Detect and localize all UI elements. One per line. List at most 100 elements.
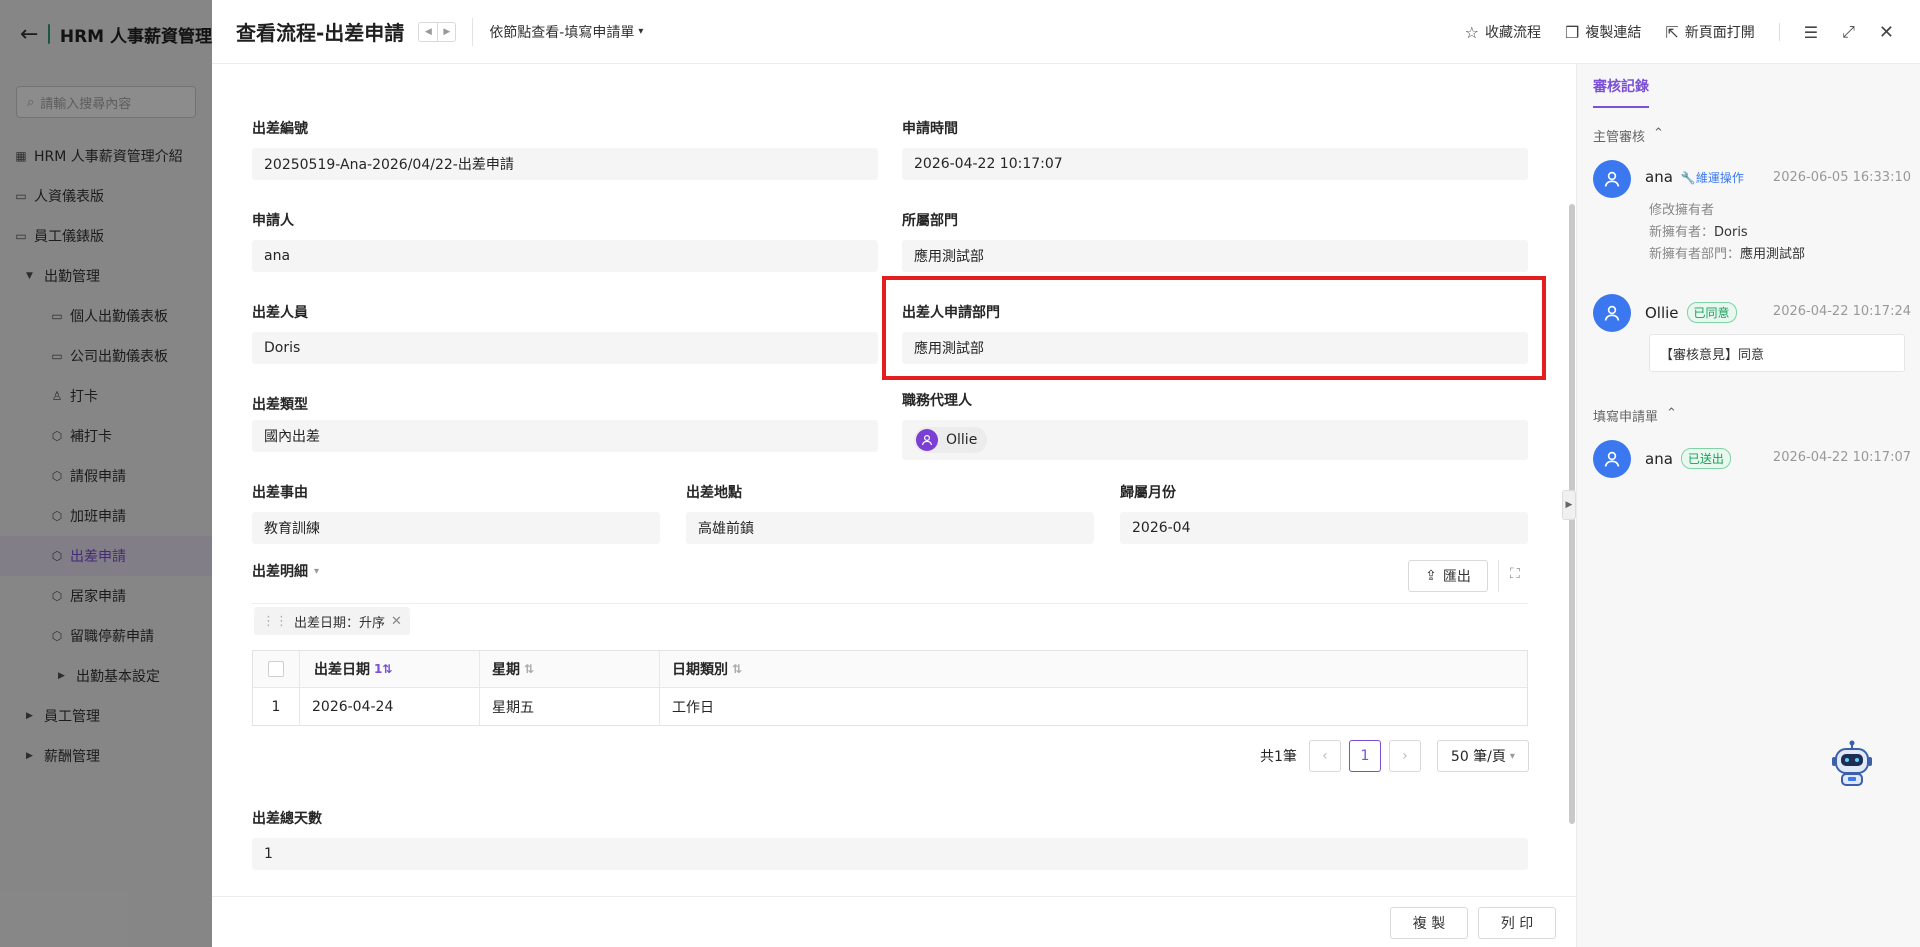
field-value: Ollie (902, 420, 1528, 460)
page-title: 查看流程-出差申請 (236, 21, 405, 45)
field-label: 出差地點 (686, 485, 742, 501)
favorite-button[interactable]: ☆ 收藏流程 (1465, 22, 1541, 42)
field-month: 歸屬月份 2026-04 (1120, 482, 1528, 544)
record-pager: ◀ ▶ (418, 21, 457, 42)
chevron-down-icon: ▾ (1509, 750, 1515, 762)
external-link-icon: ⇱ (1665, 22, 1679, 42)
record-name: Ollie 已同意 (1645, 302, 1737, 323)
copy-link-button[interactable]: ❐ 複製連結 (1565, 22, 1641, 42)
column-header[interactable]: 星期 ⇅ (480, 651, 660, 687)
chevron-up-icon: ⌃ (1666, 406, 1677, 421)
field-label: 出差總天數 (252, 811, 322, 827)
chevron-up-icon: ⌃ (1653, 126, 1664, 141)
copy-button[interactable]: 複 製 (1390, 907, 1468, 939)
fullscreen-icon[interactable]: ⤢ (1842, 22, 1855, 42)
prev-page-button[interactable]: ‹ (1308, 740, 1341, 772)
field-trip-type: 出差類型 國內出差 (252, 394, 878, 452)
section-toggle[interactable]: 填寫申請單 ⌃ (1593, 406, 1677, 425)
detail-table: 出差日期 1⇅ 星期 ⇅ 日期類別 ⇅ 1 2026-04-24 星期五 工作日 (252, 650, 1528, 726)
field-total-days: 出差總天數 1 (252, 808, 1528, 870)
field-agent: 職務代理人 Ollie (902, 390, 1528, 460)
drag-handle-icon[interactable]: ⋮⋮ (262, 614, 288, 629)
record-name: ana 已送出 (1645, 448, 1731, 469)
field-trip-no: 出差編號 20250519-Ana-2026/04/22-出差申請 (252, 118, 878, 180)
user-avatar-icon (1593, 440, 1631, 478)
field-value: 教育訓練 (252, 512, 660, 544)
field-apply-time: 申請時間 2026-04-22 10:17:07 (902, 118, 1528, 180)
cell-weekday: 星期五 (480, 688, 660, 725)
sort-icon[interactable]: ⇅ (732, 662, 742, 676)
export-button[interactable]: ⇪ 匯出 (1408, 560, 1488, 592)
sort-icon[interactable]: ⇅ (524, 662, 534, 676)
prev-record-icon[interactable]: ◀ (419, 23, 437, 41)
field-value: 1 (252, 838, 1528, 870)
field-reason: 出差事由 教育訓練 (252, 482, 660, 544)
form-main: 出差編號 20250519-Ana-2026/04/22-出差申請 申請時間 2… (212, 64, 1568, 896)
close-icon[interactable]: ✕ (391, 614, 402, 629)
view-mode-select[interactable]: 依節點查看-填寫申請單 ▾ (489, 22, 643, 42)
copy-icon: ❐ (1565, 22, 1580, 42)
page-number[interactable]: 1 (1348, 740, 1381, 772)
select-all-cell (253, 651, 300, 687)
field-label: 出差類型 (252, 397, 308, 413)
field-label: 出差事由 (252, 485, 308, 501)
assistant-robot-icon[interactable] (1830, 740, 1874, 792)
drawer-footer: 複 製 列 印 (212, 896, 1576, 947)
field-applicant: 申請人 ana (252, 210, 878, 272)
upload-icon: ⇪ (1425, 568, 1437, 584)
field-traveler: 出差人員 Doris (252, 302, 878, 364)
open-new-page-button[interactable]: ⇱ 新頁面打開 (1665, 22, 1754, 42)
process-drawer: 查看流程-出差申請 ◀ ▶ 依節點查看-填寫申請單 ▾ ☆ 收藏流程 ❐ 複製連結 … (212, 0, 1920, 947)
section-toggle[interactable]: 主管審核 ⌃ (1593, 126, 1664, 145)
modal-overlay[interactable] (0, 0, 212, 947)
user-avatar-icon (1593, 160, 1631, 198)
tab-audit-log[interactable]: 審核記錄 (1593, 76, 1649, 108)
field-label: 職務代理人 (902, 393, 972, 409)
audit-record: Ollie 已同意 2026-04-22 10:17:24 【審核意見】同意 (1593, 294, 1911, 378)
page-size-select[interactable]: 50 筆/頁 ▾ (1436, 740, 1529, 772)
field-value: 高雄前鎮 (686, 512, 1094, 544)
divider (1498, 560, 1499, 592)
status-badge: 已送出 (1680, 448, 1731, 469)
sort-icon[interactable]: 1⇅ (374, 662, 392, 676)
detail-section-toggle[interactable]: 出差明細 ▾ (252, 561, 319, 581)
audit-record: ana 🔧維運操作 2026-06-05 16:33:10 修改擁有者 新擁有者… (1593, 160, 1911, 270)
print-button[interactable]: 列 印 (1478, 907, 1556, 939)
field-value: 20250519-Ana-2026/04/22-出差申請 (252, 148, 878, 180)
record-time: 2026-04-22 10:17:07 (1772, 450, 1911, 465)
row-index: 1 (253, 688, 300, 725)
table-row[interactable]: 1 2026-04-24 星期五 工作日 (253, 688, 1527, 725)
next-page-button[interactable]: › (1388, 740, 1421, 772)
wrench-icon: 🔧 (1680, 170, 1696, 185)
field-value: 2026-04-22 10:17:07 (902, 148, 1528, 180)
review-opinion: 【審核意見】同意 (1649, 334, 1905, 372)
divider (472, 17, 474, 46)
star-icon: ☆ (1464, 22, 1479, 42)
field-label: 申請時間 (902, 121, 958, 137)
record-time: 2026-04-22 10:17:24 (1772, 304, 1911, 319)
field-label: 歸屬月份 (1120, 485, 1176, 501)
panel-collapse-handle[interactable]: ▶ (1562, 490, 1576, 520)
column-header[interactable]: 日期類別 ⇅ (660, 651, 1527, 687)
field-label: 出差編號 (252, 121, 308, 137)
document-icon[interactable]: ☰ (1804, 23, 1818, 42)
field-label: 出差人員 (252, 305, 308, 321)
close-icon[interactable]: ✕ (1879, 22, 1894, 43)
field-label: 申請人 (252, 213, 294, 229)
expand-icon[interactable]: ⛶ (1510, 566, 1520, 582)
select-all-checkbox[interactable] (268, 661, 284, 677)
caret-right-icon: ▶ (1565, 500, 1573, 510)
field-value: 2026-04 (1120, 512, 1528, 544)
divider (1778, 23, 1780, 41)
audit-panel: 審核記錄 主管審核 ⌃ ana 🔧維運操作 2026-06-05 16:33:1… (1576, 64, 1920, 947)
next-record-icon[interactable]: ▶ (437, 22, 455, 41)
column-header[interactable]: 出差日期 1⇅ (300, 651, 480, 687)
divider (252, 603, 1528, 604)
sort-chip[interactable]: ⋮⋮ 出差日期：升序 ✕ (254, 607, 410, 635)
field-label: 所屬部門 (902, 213, 958, 229)
field-value: 國內出差 (252, 420, 878, 452)
chevron-down-icon: ▾ (314, 565, 320, 577)
table-header: 出差日期 1⇅ 星期 ⇅ 日期類別 ⇅ (253, 651, 1527, 688)
cell-date: 2026-04-24 (300, 688, 480, 725)
record-time: 2026-06-05 16:33:10 (1772, 170, 1911, 185)
